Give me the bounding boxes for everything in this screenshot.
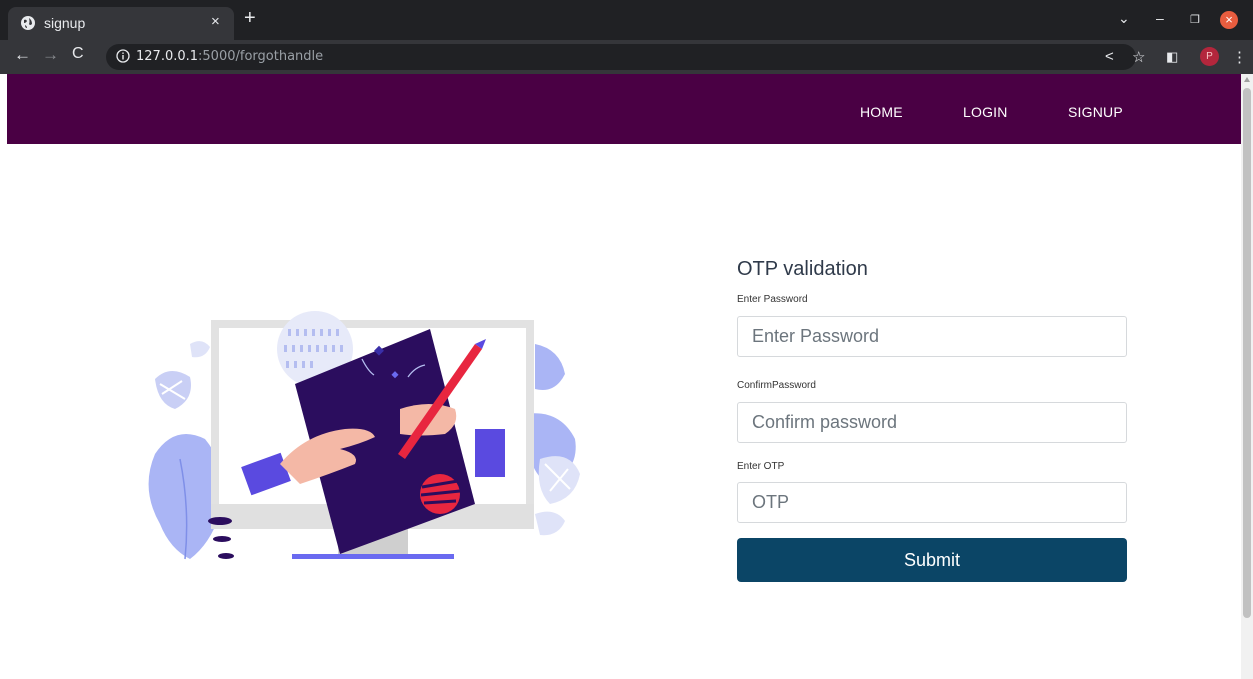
browser-tab[interactable]: signup × [8, 7, 234, 40]
forward-icon[interactable]: → [42, 45, 59, 65]
reload-icon[interactable]: C [72, 45, 84, 63]
confirm-password-label: ConfirmPassword [737, 380, 816, 391]
window-close-icon[interactable]: × [1220, 11, 1238, 29]
nav-home-link[interactable]: HOME [860, 104, 903, 120]
scrollbar-thumb[interactable] [1243, 88, 1251, 618]
side-panel-icon[interactable]: ◧ [1166, 49, 1178, 65]
password-label: Enter Password [737, 294, 808, 305]
confirm-password-input[interactable] [737, 402, 1127, 443]
tab-strip: signup × + ⌄ – ❐ × [0, 0, 1253, 40]
url-text: 127.0.0.1:5000/forgothandle [136, 49, 323, 64]
share-icon[interactable]: < [1105, 48, 1114, 65]
otp-input[interactable] [737, 482, 1127, 523]
minimize-icon[interactable]: – [1156, 10, 1164, 26]
nav-login-link[interactable]: LOGIN [963, 104, 1008, 120]
submit-button[interactable]: Submit [737, 538, 1127, 582]
password-input[interactable] [737, 316, 1127, 357]
tab-close-icon[interactable]: × [211, 13, 220, 30]
info-icon[interactable] [116, 49, 130, 63]
restore-icon[interactable]: ❐ [1190, 13, 1200, 26]
url-path: :5000/forgothandle [198, 49, 324, 64]
form-title: OTP validation [737, 258, 868, 280]
otp-label: Enter OTP [737, 461, 785, 472]
globe-icon [21, 16, 35, 30]
page-viewport: HOME LOGIN SIGNUP OTP validation Enter P… [0, 74, 1253, 679]
new-tab-button[interactable]: + [244, 7, 256, 30]
scroll-up-arrow-icon[interactable] [1244, 77, 1250, 82]
url-host: 127.0.0.1 [136, 49, 199, 64]
menu-kebab-icon[interactable]: ⋮ [1232, 48, 1247, 66]
browser-toolbar: ← → C 127.0.0.1:5000/forgothandle < ☆ ◧ … [0, 40, 1253, 74]
nav-signup-link[interactable]: SIGNUP [1068, 104, 1123, 120]
address-bar[interactable]: 127.0.0.1:5000/forgothandle [106, 44, 1136, 70]
profile-avatar[interactable]: P [1200, 47, 1219, 66]
page-scrollbar[interactable] [1241, 74, 1253, 679]
back-icon[interactable]: ← [14, 45, 31, 65]
site-navbar: HOME LOGIN SIGNUP [7, 74, 1241, 144]
bookmark-star-icon[interactable]: ☆ [1132, 48, 1145, 66]
signup-illustration [148, 311, 580, 560]
tab-title: signup [44, 15, 86, 31]
tab-search-icon[interactable]: ⌄ [1118, 10, 1130, 27]
